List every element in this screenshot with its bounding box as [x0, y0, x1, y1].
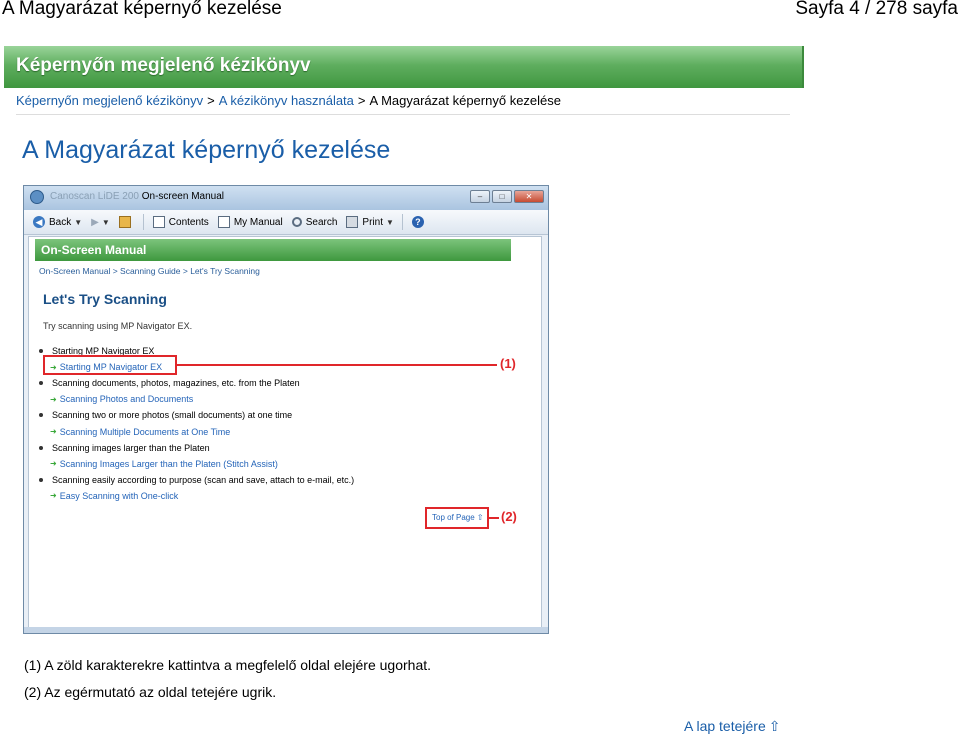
- breadcrumb-separator: >: [357, 93, 366, 108]
- callout-line-1: [177, 364, 497, 366]
- print-button: Print ▼: [346, 216, 394, 228]
- print-label: Print: [362, 216, 383, 228]
- list-item: Scanning easily according to purpose (sc…: [39, 472, 354, 488]
- inner-intro: Try scanning using MP Navigator EX.: [43, 321, 193, 331]
- manual-content: On-Screen Manual On-Screen Manual > Scan…: [28, 236, 542, 628]
- toolbar-separator: [401, 214, 403, 230]
- my-manual-label: My Manual: [233, 216, 283, 228]
- home-button: [118, 216, 135, 228]
- search-icon: [291, 217, 302, 227]
- contents-icon: [152, 216, 165, 228]
- page-title: A Magyarázat képernyő kezelése: [22, 136, 391, 164]
- divider: [16, 114, 790, 115]
- list-item: ➜ Easy Scanning with One-click: [50, 490, 179, 501]
- my-manual-icon: [217, 216, 230, 228]
- banner-title: Képernyőn megjelenő kézikönyv: [16, 55, 311, 76]
- window-titlebar: Canoscan LiDE 200 On-screen Manual – □ ✕: [24, 186, 548, 210]
- arrow-right-icon: ➜: [50, 459, 57, 469]
- back-to-top-label[interactable]: A lap tetejére: [684, 718, 766, 734]
- forward-button: ▶ ▼: [91, 217, 110, 228]
- callout-label-1: (1): [500, 356, 516, 371]
- list-item: ➜ Scanning Images Larger than the Platen …: [50, 458, 278, 469]
- window-title: Canoscan LiDE 200 On-screen Manual: [50, 191, 224, 202]
- page-indicator: Sayfa 4 / 278 sayfa: [795, 0, 958, 19]
- chevron-down-icon: ▼: [101, 217, 110, 227]
- search-button: Search: [291, 216, 338, 228]
- toolbar-separator: [142, 214, 144, 230]
- breadcrumb-current: A Magyarázat képernyő kezelése: [369, 93, 562, 108]
- help-button: ?: [411, 216, 428, 228]
- minimize-icon: –: [470, 190, 490, 203]
- list-item: Scanning two or more photos (small docum…: [39, 407, 354, 423]
- inner-heading: Let's Try Scanning: [43, 291, 167, 307]
- chevron-down-icon: ▼: [74, 217, 83, 227]
- manual-toolbar: ◀ Back ▼ ▶ ▼ Contents My Manual Search P…: [24, 210, 548, 235]
- up-arrow-icon: ⇧: [474, 513, 484, 522]
- breadcrumb-link-home[interactable]: Képernyőn megjelenő kézikönyv: [16, 93, 203, 108]
- breadcrumb-separator: >: [207, 93, 215, 108]
- window-controls: – □ ✕: [470, 190, 544, 203]
- close-icon: ✕: [514, 190, 544, 203]
- inner-banner-title: On-Screen Manual: [41, 243, 147, 257]
- contents-label: Contents: [168, 216, 209, 228]
- note-1: (1) A zöld karakterekre kattintva a megf…: [24, 657, 432, 673]
- arrow-right-icon: ➜: [50, 394, 57, 404]
- callout-notes: (1) A zöld karakterekre kattintva a megf…: [24, 652, 431, 706]
- print-header-title: A Magyarázat képernyő kezelése: [2, 0, 282, 19]
- example-screenshot: Canoscan LiDE 200 On-screen Manual – □ ✕…: [23, 185, 549, 634]
- manual-banner: Képernyőn megjelenő kézikönyv: [4, 46, 804, 88]
- breadcrumb-link-usage[interactable]: A kézikönyv használata: [219, 93, 354, 108]
- back-to-top-link[interactable]: A lap tetejére ⇧: [684, 718, 780, 735]
- back-label: Back: [49, 216, 72, 228]
- list-item: Scanning images larger than the Platen: [39, 440, 354, 456]
- chevron-down-icon: ▼: [385, 217, 394, 227]
- list-item: Scanning documents, photos, magazines, e…: [39, 375, 354, 391]
- up-arrow-icon[interactable]: ⇧: [769, 718, 781, 734]
- callout-box-1: [43, 355, 177, 375]
- inner-breadcrumb: On-Screen Manual > Scanning Guide > Let'…: [39, 266, 260, 276]
- list-item: ➜ Scanning Multiple Documents at One Time: [50, 426, 231, 437]
- callout-line-2: [489, 517, 499, 519]
- maximize-icon: □: [492, 190, 512, 203]
- list-item: ➜ Scanning Photos and Documents: [50, 394, 194, 405]
- back-button: ◀ Back ▼: [33, 216, 82, 228]
- contents-button: Contents: [152, 216, 209, 228]
- help-icon: ?: [411, 216, 424, 228]
- inner-banner: On-Screen Manual: [35, 239, 511, 261]
- home-icon: [118, 216, 131, 228]
- note-2: (2) Az egérmutató az oldal tetejére ugri…: [24, 684, 277, 700]
- arrow-right-icon: ➜: [50, 491, 57, 501]
- search-label: Search: [305, 216, 338, 228]
- top-of-page-link: Top of Page ⇧: [432, 513, 484, 522]
- forward-icon: ▶: [91, 216, 99, 228]
- window-title-text: On-screen Manual: [141, 191, 224, 202]
- window-bottom-frame: [24, 627, 548, 633]
- breadcrumb: Képernyőn megjelenő kézikönyv > A kéziköny…: [16, 93, 561, 108]
- print-icon: [346, 216, 359, 228]
- back-icon: ◀: [33, 216, 45, 228]
- app-icon: [30, 190, 44, 204]
- arrow-right-icon: ➜: [50, 427, 57, 437]
- my-manual-button: My Manual: [217, 216, 283, 228]
- window-title-product: Canoscan LiDE 200: [50, 191, 139, 202]
- callout-label-2: (2): [501, 509, 517, 524]
